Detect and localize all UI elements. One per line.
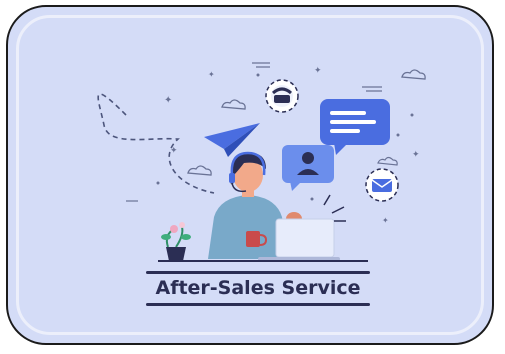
svg-text:✦: ✦	[170, 146, 178, 156]
svg-text:✦: ✦	[164, 95, 172, 106]
svg-text:✦: ✦	[412, 150, 420, 160]
service-card: ✦ ✦ ✦ ✦ ✦ ✦ After-Sales Service	[6, 5, 494, 345]
plant-icon	[161, 222, 191, 261]
svg-text:✦: ✦	[382, 216, 389, 225]
email-icon	[365, 168, 399, 202]
user-profile-icon	[282, 145, 334, 191]
banner-title: After-Sales Service	[155, 277, 361, 299]
svg-text:✦: ✦	[314, 66, 322, 76]
paper-plane-icon	[204, 123, 260, 157]
telephone-icon	[265, 79, 299, 113]
svg-text:✦: ✦	[208, 70, 215, 79]
dashed-flight-path	[97, 93, 215, 194]
title-underline-bottom	[146, 303, 370, 306]
banner-title-block: After-Sales Service	[146, 271, 370, 306]
